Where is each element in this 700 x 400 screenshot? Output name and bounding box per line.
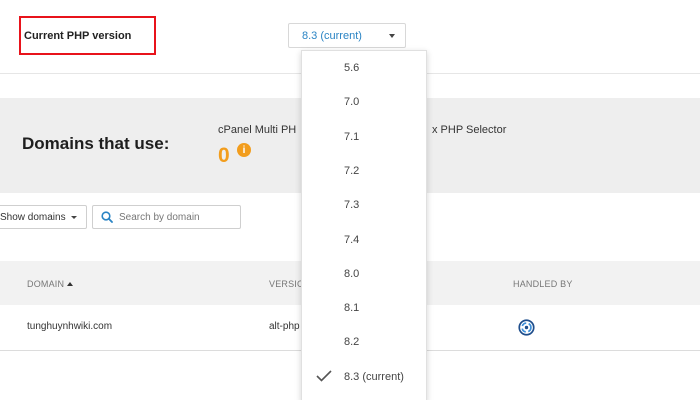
dropdown-option[interactable]: 8.0 bbox=[302, 257, 426, 291]
php-version-select[interactable]: 8.3 (current) bbox=[288, 23, 406, 48]
search-domain-input[interactable] bbox=[119, 211, 234, 223]
dropdown-option-label: 5.6 bbox=[344, 62, 360, 74]
dropdown-option[interactable]: 7.3 bbox=[302, 188, 426, 222]
cloudlinux-icon bbox=[518, 319, 535, 336]
dropdown-option-label: 8.0 bbox=[344, 267, 360, 280]
dropdown-option-label: 7.3 bbox=[344, 199, 360, 212]
cpanel-multiphp-label: cPanel Multi PH bbox=[218, 124, 297, 136]
checkmark-icon bbox=[316, 370, 332, 382]
dropdown-option[interactable]: 8.2 bbox=[302, 325, 426, 359]
dropdown-option[interactable]: 7.1 bbox=[302, 120, 426, 154]
domain-cell: tunghuynhwiki.com bbox=[27, 321, 113, 332]
info-icon[interactable]: i bbox=[237, 143, 251, 157]
column-header-domain[interactable]: DOMAIN bbox=[27, 279, 74, 289]
dropdown-option[interactable]: 7.0 bbox=[302, 85, 426, 119]
column-header-handled-by[interactable]: HANDLED BY bbox=[513, 279, 573, 289]
php-selector-label: x PHP Selector bbox=[432, 124, 507, 136]
dropdown-option-label: 7.0 bbox=[344, 96, 360, 109]
summary-title: Domains that use: bbox=[22, 134, 170, 153]
current-php-version-text: Current PHP version bbox=[24, 29, 132, 42]
column-header-version[interactable]: VERSIO bbox=[269, 279, 304, 289]
dropdown-option-label: 7.1 bbox=[344, 130, 360, 143]
dropdown-option[interactable]: 7.2 bbox=[302, 154, 426, 188]
dropdown-option[interactable]: 7.4 bbox=[302, 223, 426, 257]
dropdown-option-label: 7.2 bbox=[344, 164, 360, 177]
current-php-version-label: Current PHP version bbox=[19, 16, 156, 55]
dropdown-option-label: 8.1 bbox=[344, 302, 360, 315]
dropdown-option[interactable]: 5.6 bbox=[302, 51, 426, 85]
dropdown-option-label: 8.2 bbox=[344, 336, 360, 349]
dropdown-option[interactable]: 8.3 (current) bbox=[302, 360, 426, 394]
dropdown-option[interactable]: 8.1 bbox=[302, 291, 426, 325]
version-cell: alt-php bbox=[269, 321, 300, 332]
show-domains-label: Show domains bbox=[0, 211, 66, 223]
search-box[interactable] bbox=[92, 205, 241, 229]
caret-down-icon bbox=[389, 34, 395, 38]
domain-count: 0 bbox=[218, 144, 230, 167]
php-version-selected-value: 8.3 (current) bbox=[302, 29, 362, 42]
dropdown-option-label: 7.4 bbox=[344, 233, 360, 246]
sort-asc-icon bbox=[67, 282, 74, 286]
caret-down-icon bbox=[71, 216, 77, 219]
php-version-dropdown-menu: 5.6 7.0 7.1 7.2 7.3 7.4 8.0 8.1 8.2 8.3 (current) bbox=[301, 50, 427, 400]
search-icon bbox=[101, 211, 113, 223]
dropdown-option-label: 8.3 (current) bbox=[344, 370, 404, 383]
show-domains-button[interactable]: Show domains bbox=[0, 205, 87, 229]
